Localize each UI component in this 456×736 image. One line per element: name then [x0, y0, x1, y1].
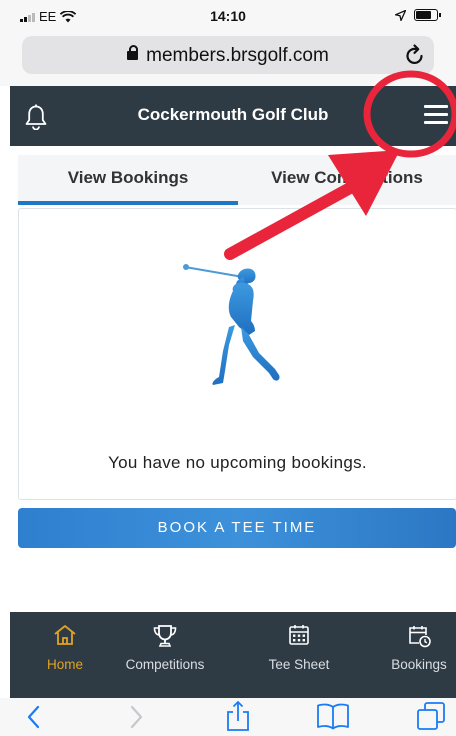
calendar-clock-icon [409, 626, 431, 648]
url-display[interactable]: members.brsgolf.com [22, 45, 434, 67]
url-text: members.brsgolf.com [146, 45, 329, 66]
bottom-nav: Home Competitions Tee Sheet Bookings [10, 612, 456, 698]
nav-label-bookings: Bookings [391, 657, 447, 672]
tab-view-bookings[interactable]: View Bookings [18, 155, 238, 201]
nav-item-tee-sheet[interactable]: Tee Sheet [244, 612, 354, 698]
status-right [395, 9, 441, 21]
calendar-grid-icon [289, 625, 309, 645]
share-icon[interactable] [225, 700, 251, 732]
back-icon[interactable] [26, 704, 42, 730]
book-tee-time-button[interactable]: BOOK A TEE TIME [18, 508, 456, 548]
lock-icon [127, 45, 139, 60]
nav-label-tee-sheet: Tee Sheet [268, 657, 330, 672]
location-arrow-icon [395, 9, 406, 21]
nav-item-bookings[interactable]: Bookings [364, 612, 456, 698]
reload-icon[interactable] [404, 43, 426, 67]
app-header: Cockermouth Golf Club [10, 86, 456, 146]
nav-item-competitions[interactable]: Competitions [110, 612, 220, 698]
battery-icon [414, 9, 441, 21]
address-bar[interactable]: members.brsgolf.com [22, 36, 434, 74]
status-time: 14:10 [210, 8, 246, 24]
empty-bookings-message: You have no upcoming bookings. [108, 453, 367, 472]
trophy-icon [153, 625, 177, 647]
bookings-card: You have no upcoming bookings. [18, 208, 456, 500]
nav-label-home: Home [46, 657, 83, 672]
status-bar: EE 14:10 [0, 0, 456, 30]
active-tab-indicator [18, 201, 238, 205]
browser-toolbar [0, 698, 456, 736]
tab-bar: View Bookings View Competitions [18, 155, 456, 205]
club-title: Cockermouth Golf Club [137, 105, 329, 124]
tab-view-competitions[interactable]: View Competitions [238, 155, 456, 201]
forward-icon[interactable] [128, 704, 144, 730]
hamburger-menu-icon[interactable] [424, 105, 448, 125]
tabs-icon[interactable] [416, 701, 446, 731]
home-icon [54, 625, 76, 645]
golfer-illustration [183, 264, 280, 385]
bookmarks-icon[interactable] [316, 702, 350, 730]
browser-chrome: members.brsgolf.com [0, 30, 456, 86]
nav-label-competitions: Competitions [125, 657, 205, 672]
nav-item-home[interactable]: Home [10, 612, 120, 698]
